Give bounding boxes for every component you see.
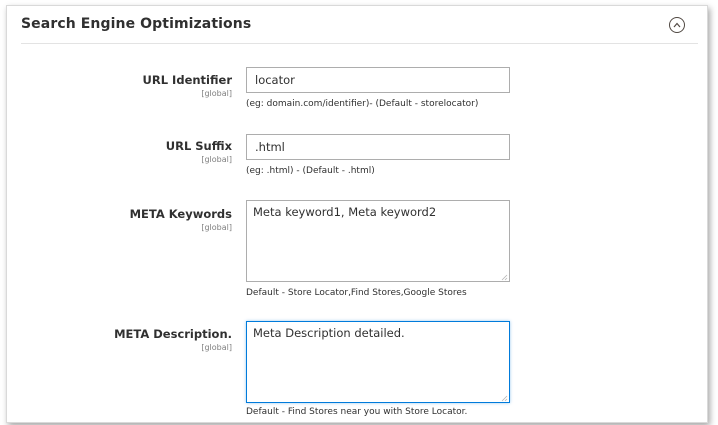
url-identifier-input[interactable] bbox=[246, 67, 510, 93]
url-suffix-input[interactable] bbox=[246, 134, 510, 160]
url-identifier-scope: [global] bbox=[201, 89, 232, 98]
meta-description-label: META Description. bbox=[114, 327, 232, 341]
url-suffix-label: URL Suffix bbox=[165, 139, 232, 153]
url-suffix-note: (eg: .html) - (Default - .html) bbox=[246, 166, 375, 176]
collapse-section-button[interactable] bbox=[669, 17, 685, 33]
url-suffix-scope: [global] bbox=[201, 155, 232, 164]
url-identifier-note: (eg: domain.com/identifier)- (Default - … bbox=[246, 99, 479, 109]
url-identifier-label: URL Identifier bbox=[142, 73, 232, 87]
meta-keywords-note: Default - Store Locator,Find Stores,Goog… bbox=[246, 288, 467, 298]
seo-config-panel: Search Engine Optimizations URL Identifi… bbox=[6, 5, 708, 423]
meta-description-textarea[interactable]: Meta Description detailed. bbox=[246, 321, 510, 403]
meta-description-note: Default - Find Stores near you with Stor… bbox=[246, 407, 468, 417]
meta-keywords-scope: [global] bbox=[201, 223, 232, 232]
meta-keywords-textarea[interactable]: Meta keyword1, Meta keyword2 bbox=[246, 200, 510, 282]
section-title: Search Engine Optimizations bbox=[21, 16, 252, 32]
chevron-up-icon bbox=[673, 22, 681, 28]
meta-description-scope: [global] bbox=[201, 343, 232, 352]
meta-keywords-label: META Keywords bbox=[129, 207, 232, 221]
section-divider bbox=[21, 43, 698, 44]
